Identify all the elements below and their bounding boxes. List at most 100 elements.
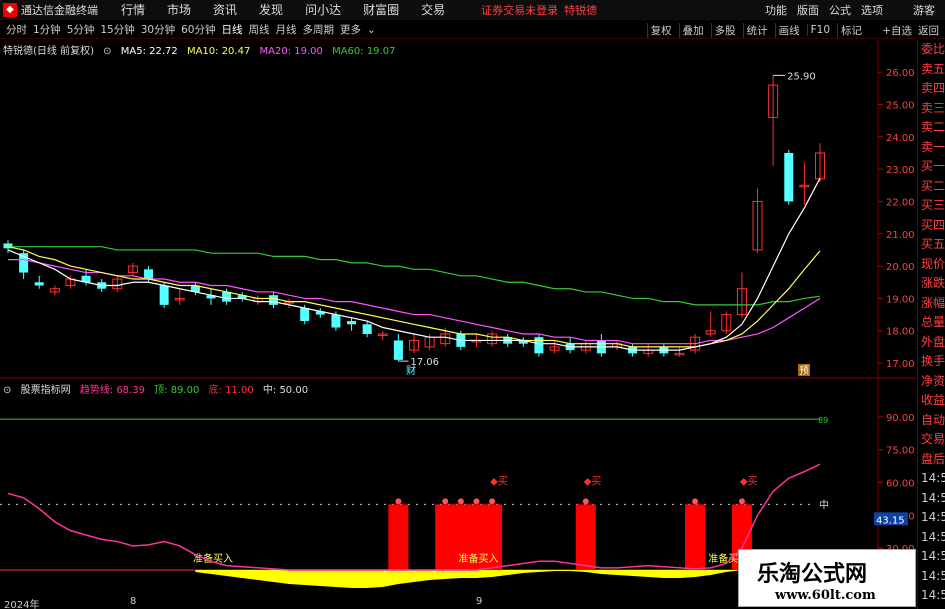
buy-bar-cap [395,498,402,505]
time-label-aug: 8 [130,596,137,607]
candle-body-down [34,282,44,286]
candle-body-down [268,295,278,305]
sidebar-label[interactable]: 卖一 [918,138,945,158]
sidebar-label[interactable]: 卖二 [918,118,945,138]
prepare-buy-label: 准备买入 [458,552,498,565]
settings-icon[interactable]: ⊙ [3,385,11,396]
price-tick-label: 22.00 [886,197,915,208]
main-legend: 特锐德(日线 前复权) ⊙ MA5: 22.72 MA10: 20.47 MA2… [3,42,401,57]
candle-body-down [362,324,372,334]
candle-body-down [347,321,357,325]
forecast-label: 预 [799,365,809,377]
sidebar-label[interactable]: 14:56 [918,547,945,567]
sidebar-label[interactable]: 14:56 [918,567,945,587]
sidebar-label[interactable]: 现价 [918,255,945,275]
sidebar-label[interactable]: 卖四 [918,79,945,99]
prepare-buy-label: 准备买入 [193,552,233,565]
ind-tick-label: 60.00 [886,479,915,490]
sidebar-label[interactable]: 外盘 [918,333,945,353]
price-tick-label: 17.00 [886,359,915,370]
buy-bar-cap [738,498,745,505]
candle-body-down [300,308,310,322]
chart-canvas[interactable]: 25.9017.06财预 89中◆买 ◆买 ◆买准备买入 准备买入 准备买入90.007… [0,0,945,609]
price-tick-label: 21.00 [886,230,915,241]
sidebar-label[interactable]: 14:56 [918,586,945,606]
candle-body-down [144,269,154,280]
ma10-line [7,246,821,348]
candlesticks [3,75,825,362]
price-tick-label: 23.00 [886,165,915,176]
sidebar-label[interactable]: 14:56 [918,528,945,548]
legend-mid: 中: 50.00 [262,385,309,396]
buy-signal-label: ◆买 [490,475,508,487]
legend-title: 特锐德(日线 前复权) [3,46,94,57]
price-tick-label: 19.00 [886,294,915,305]
sidebar-label[interactable]: 买五 [918,235,945,255]
buy-bar-cap [489,498,496,505]
buy-bar [388,504,409,570]
cursor-value: 43.15 [876,515,905,526]
candle-body-down [159,285,169,305]
price-tick-label: 25.00 [886,100,915,111]
buy-bar-cap [473,498,480,505]
legend-trend: 趋势线: 68.39 [79,385,145,396]
price-tick-label: 24.00 [886,133,915,144]
sidebar-label[interactable]: 买四 [918,216,945,236]
quote-sidebar: 委比 卖五 卖四 卖三 卖二 卖一 买一 买二 买三 买四 买五 现价 涨跌 涨幅 总量 外盘 换手 净资 收益 自动… [917,40,945,609]
buy-bar-cap [457,498,464,505]
sidebar-label[interactable]: 委比 [918,40,945,60]
sidebar-label[interactable]: 盘后 [918,450,945,470]
top-tag: 89 [818,416,828,425]
watermark: 乐淘公式网 www.60lt.com [738,549,916,607]
moving-average-lines: 25.9017.06财预 [7,71,821,377]
sidebar-label[interactable]: 买三 [918,196,945,216]
indicator-legend: ⊙ 股票指标网 趋势线: 68.39 顶: 89.00 底: 11.00 中: … [3,381,314,396]
price-tick-label: 18.00 [886,327,915,338]
legend-ma60: MA60: 19.07 [332,46,396,57]
settings-icon[interactable]: ⊙ [103,46,111,57]
candle-body-down [393,340,403,360]
yellow-area [195,570,742,588]
candle-body-down [534,337,544,354]
sidebar-label[interactable]: 14:56 [918,489,945,509]
sidebar-label[interactable]: 买二 [918,177,945,197]
sidebar-label[interactable]: 自动 [918,411,945,431]
legend-top: 顶: 89.00 [154,385,200,396]
indicator-title: 股票指标网 [20,385,71,396]
ind-tick-label: 90.00 [886,413,915,424]
sidebar-label[interactable]: 总量 [918,313,945,333]
candle-body-down [331,314,341,328]
sidebar-label[interactable]: 卖五 [918,60,945,80]
legend-ma20: MA20: 19.00 [259,46,323,57]
legend-bottom: 底: 11.00 [208,385,254,396]
watermark-url: www.60lt.com [775,588,876,603]
buy-bar [575,504,596,570]
high-label: 25.90 [787,71,816,82]
sidebar-label[interactable]: 买一 [918,157,945,177]
finance-marker: 财 [406,364,416,377]
legend-ma10: MA10: 20.47 [186,46,251,57]
watermark-title: 乐淘公式网 [757,561,868,587]
sidebar-label[interactable]: 涨幅 [918,294,945,314]
price-axis: 26.00 25.00 24.00 23.00 22.00 21.00 20.00 19.00… [878,68,915,370]
price-tick-label: 26.00 [886,68,915,79]
sidebar-label[interactable]: 交易 [918,430,945,450]
sidebar-label[interactable]: 收益 [918,391,945,411]
sidebar-label[interactable]: 净资 [918,372,945,392]
time-label-sep: 9 [476,596,483,607]
sidebar-label[interactable]: 14:56 [918,469,945,489]
sidebar-label[interactable]: 换手 [918,352,945,372]
sidebar-label[interactable]: 14:56 [918,508,945,528]
buy-signal-label: ◆买 [740,475,758,487]
buy-bar [685,504,706,570]
sidebar-label[interactable]: 卖三 [918,99,945,119]
sidebar-label[interactable]: 涨跌 [918,274,945,294]
candle-body-down [784,152,794,202]
legend-ma5: MA5: 22.72 [120,46,178,57]
price-tick-label: 20.00 [886,262,915,273]
ind-tick-label: 75.00 [886,446,915,457]
time-label-year: 2024年 [4,600,40,609]
buy-bar-cap [442,498,449,505]
buy-bar-cap [582,498,589,505]
candle-body-down [222,291,232,302]
